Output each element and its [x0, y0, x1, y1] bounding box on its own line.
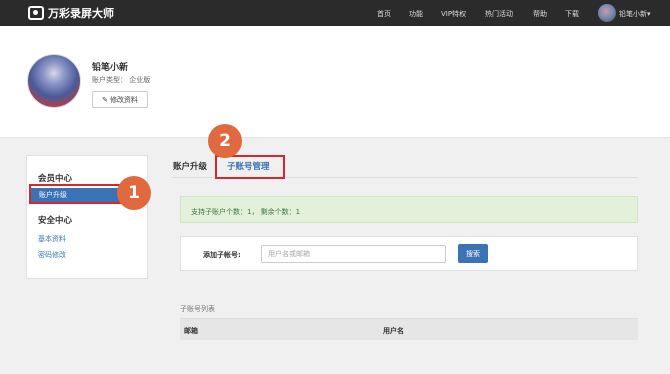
- column-header-username: 用户名: [383, 327, 404, 335]
- profile-header: 铅笔小新 账户类型： 企业版 ✎ 修改资料: [0, 26, 670, 138]
- app-logo[interactable]: 万彩录屏大师: [28, 5, 114, 21]
- callout-badge-2: 2: [208, 124, 242, 158]
- nav-item-help[interactable]: 帮助: [533, 9, 547, 19]
- edit-profile-button[interactable]: ✎ 修改资料: [92, 91, 148, 108]
- highlight-box-account-upgrade: [29, 184, 121, 204]
- camera-icon: [28, 6, 44, 20]
- sub-account-table-header: 邮箱 用户名: [180, 318, 638, 340]
- user-menu[interactable]: 铅笔小新▾: [619, 9, 651, 19]
- account-type: 账户类型： 企业版: [92, 76, 151, 84]
- edit-profile-label: 修改资料: [109, 95, 138, 104]
- nav-item-features[interactable]: 功能: [409, 9, 423, 19]
- profile-avatar: [27, 54, 81, 108]
- profile-name: 铅笔小新: [92, 63, 129, 73]
- sidebar-heading-security: 安全中心: [38, 216, 73, 226]
- nav-item-home[interactable]: 首页: [377, 9, 391, 19]
- sidebar-heading-member: 会员中心: [38, 174, 73, 184]
- sidebar-item-change-password[interactable]: 密码修改: [38, 250, 66, 260]
- sidebar-item-basic-info[interactable]: 基本资料: [38, 234, 66, 244]
- highlight-box-sub-accounts: [215, 155, 285, 179]
- sub-account-quota-alert: 支持子账户个数：1， 剩余个数：1: [180, 196, 638, 223]
- sub-account-list-title: 子账号列表: [180, 305, 215, 313]
- sidebar: 会员中心 账户升级 安全中心 基本资料 密码修改: [26, 155, 148, 279]
- nav-item-events[interactable]: 热门活动: [485, 9, 513, 19]
- callout-badge-1: 1: [117, 176, 151, 210]
- edit-icon: ✎: [102, 95, 108, 104]
- tab-account-upgrade[interactable]: 账户升级: [173, 160, 207, 172]
- add-sub-account-form: 添加子帐号: 搜索: [180, 236, 638, 271]
- app-title: 万彩录屏大师: [48, 7, 114, 20]
- add-sub-account-label: 添加子帐号:: [203, 251, 241, 259]
- nav-item-download[interactable]: 下载: [565, 9, 579, 19]
- search-button[interactable]: 搜索: [458, 244, 488, 263]
- top-navbar: 万彩录屏大师 首页 功能 VIP特权 热门活动 帮助 下载 铅笔小新▾: [0, 0, 670, 26]
- avatar[interactable]: [598, 4, 616, 22]
- sub-account-search-input[interactable]: [261, 245, 446, 263]
- nav-item-vip[interactable]: VIP特权: [441, 9, 466, 19]
- column-header-email: 邮箱: [184, 327, 198, 335]
